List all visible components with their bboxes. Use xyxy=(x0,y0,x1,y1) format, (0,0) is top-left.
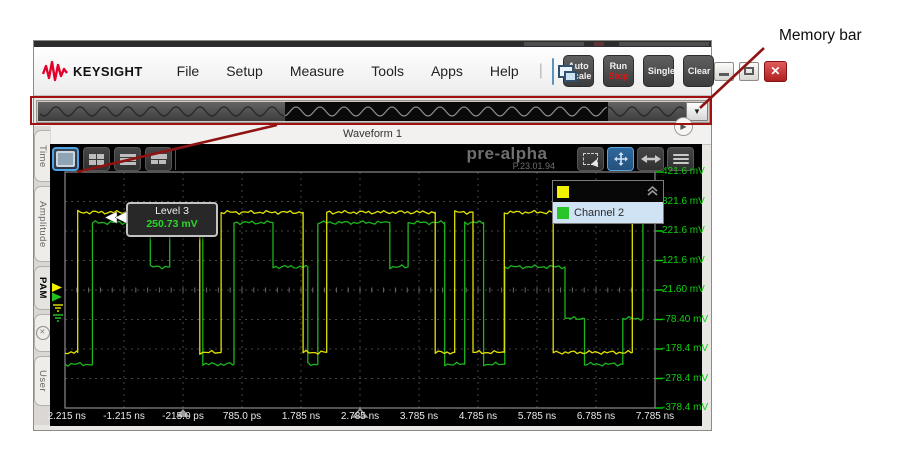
waveform-tab[interactable]: Waveform 1 xyxy=(343,128,402,140)
minimize-icon xyxy=(718,72,729,76)
page: KEYSIGHT File Setup Measure Tools Apps Help |… xyxy=(0,0,906,451)
voltage-tick-label: -78.40 mV xyxy=(662,313,709,325)
single-button[interactable]: Single xyxy=(642,55,675,87)
menu-item-tools[interactable]: Tools xyxy=(371,63,404,79)
side-tab-time[interactable]: Time xyxy=(34,130,50,182)
menu-bar: KEYSIGHT File Setup Measure Tools Apps Help |… xyxy=(34,47,787,96)
close-button[interactable]: ✕ xyxy=(763,60,787,82)
play-button[interactable]: ▶ xyxy=(674,117,693,136)
menu-item-file[interactable]: File xyxy=(177,63,200,79)
side-tab-pam[interactable]: PAM xyxy=(34,266,50,310)
display-window-icon xyxy=(563,70,577,82)
maximize-button[interactable] xyxy=(738,61,759,81)
menu-separator: | xyxy=(538,62,543,79)
display-config-button[interactable] xyxy=(551,57,577,85)
voltage-tick-label: 321.6 mV xyxy=(662,195,705,207)
maximize-icon xyxy=(743,66,754,75)
voltage-tick-label: 221.6 mV xyxy=(662,225,705,236)
voltage-tick-label: 121.6 mV xyxy=(662,254,705,266)
side-tab-amplitude[interactable]: Amplitude xyxy=(34,186,50,262)
voltage-tick-label: 421.6 mV xyxy=(662,166,705,177)
keysight-logo: KEYSIGHT xyxy=(42,60,143,82)
menu-item-apps[interactable]: Apps xyxy=(431,63,463,79)
window-controls: ✕ xyxy=(713,60,787,82)
clear-button[interactable]: Clear xyxy=(682,55,714,87)
channel-2-label: Channel 2 xyxy=(574,206,625,219)
level-callout-title: Level 3 xyxy=(155,205,189,217)
memory-bar-track[interactable] xyxy=(38,102,686,121)
background-artifact xyxy=(594,42,604,46)
voltage-tick-label: -378.4 mV xyxy=(662,402,709,413)
background-artifact xyxy=(524,42,584,46)
background-artifact xyxy=(619,42,709,46)
side-tab-collapse[interactable]: ✕ xyxy=(34,314,50,352)
time-tick-label: 6.785 ns xyxy=(576,411,616,422)
time-tick-label: -1.215 ns xyxy=(103,411,145,422)
time-tick-label: 2.785 ns xyxy=(340,411,380,422)
menu-item-setup[interactable]: Setup xyxy=(226,63,263,79)
voltage-tick-label: -278.4 mV xyxy=(662,372,709,384)
time-tick-label: 4.785 ns xyxy=(458,411,498,422)
channel-legend[interactable]: Channel 2 xyxy=(552,180,664,224)
legend-row-channel-2[interactable]: Channel 2 xyxy=(553,202,663,223)
side-tab-strip: Time Amplitude PAM ✕ User xyxy=(34,126,51,425)
memory-bar[interactable]: ▼ xyxy=(36,100,710,123)
time-tick-label: -215.0 ps xyxy=(162,411,204,422)
channel-2-swatch xyxy=(557,206,569,219)
level-marker-arrow-icon xyxy=(105,211,128,224)
level-callout[interactable]: Level 3 250.73 mV xyxy=(126,202,218,237)
memory-bar-waveform xyxy=(39,102,685,121)
legend-row-channel-1[interactable] xyxy=(553,181,663,202)
collapse-chevron-icon[interactable] xyxy=(646,186,659,197)
brand-name: KEYSIGHT xyxy=(73,63,143,79)
time-tick-label: 5.785 ns xyxy=(517,411,557,422)
keysight-spark-icon xyxy=(42,60,68,82)
scope-display: pre-alpha P.23.01.94 -2.215 ns -1.215 ns -… xyxy=(44,144,708,426)
annotation-memory-bar-label: Memory bar xyxy=(779,27,862,44)
level-callout-value: 250.73 mV xyxy=(146,218,198,230)
side-tab-user[interactable]: User xyxy=(34,356,50,406)
run-label: Run xyxy=(609,61,628,71)
channel-1-swatch xyxy=(557,185,569,198)
voltage-tick-label: -178.4 mV xyxy=(662,343,709,354)
voltage-tick-label: 21.60 mV xyxy=(662,284,705,295)
time-tick-label: 785.0 ps xyxy=(222,411,262,422)
run-stop-button[interactable]: Run Stop xyxy=(602,55,634,87)
menu-items: File Setup Measure Tools Apps Help xyxy=(177,63,519,79)
waveform-tab-bar: Waveform 1 xyxy=(34,124,711,145)
time-tick-label: 3.785 ns xyxy=(399,411,439,422)
stop-label: Stop xyxy=(608,71,629,81)
minimize-button[interactable] xyxy=(713,61,734,81)
time-tick-label: -2.215 ns xyxy=(44,411,86,422)
menu-item-measure[interactable]: Measure xyxy=(290,63,344,79)
menu-item-help[interactable]: Help xyxy=(490,63,519,79)
close-circle-icon: ✕ xyxy=(35,326,50,340)
time-tick-label: 1.785 ns xyxy=(281,411,321,422)
